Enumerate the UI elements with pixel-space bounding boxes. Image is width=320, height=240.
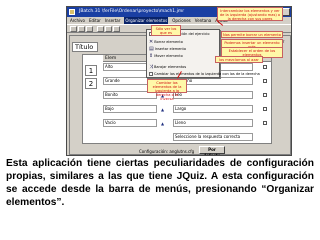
save-file-icon[interactable] [86,26,93,32]
cut-icon[interactable] [97,26,104,32]
row-number-1: 1 [85,65,97,76]
callout-ver: Sólo ver los que es [151,25,181,37]
right-cell-5[interactable]: Lleno [173,119,253,127]
delete-icon: ✕ [149,39,154,45]
menu-item-label: Barajar elementos [154,65,187,69]
move-up-icon[interactable]: ▲ [160,121,165,126]
menu-editar[interactable]: Editar [89,17,101,24]
callout-intercambiar: Intercambiar los elementos y ver de la i… [217,7,283,21]
menu-item-insertar[interactable]: ▤ Insertar elemento [149,46,186,52]
checkbox-icon [149,72,153,76]
callout-borrar: Nos permite borrar un elemento [221,31,283,39]
menu-opciones[interactable]: Opciones [172,17,191,24]
move-up-icon[interactable]: ▲ [160,107,165,112]
copy-icon[interactable] [105,26,112,32]
menu-item-label: Cambiar los elementos de la izquierda co… [154,72,260,76]
close-button[interactable] [282,8,290,16]
default-button[interactable]: Por defecto [199,146,225,155]
caption-text: Esta aplicación tiene ciertas peculiarid… [6,158,314,208]
title-field[interactable]: Título [72,42,98,52]
menu-item-barajar[interactable]: ⤨ Barajar elementos [149,64,186,70]
fijar-checkbox-1[interactable] [263,65,267,69]
menu-insertar[interactable]: Insertar [105,17,121,24]
left-cell-4[interactable]: Bajo [103,105,157,113]
title-label: Título [75,43,94,51]
open-file-icon[interactable] [78,26,85,32]
paste-icon[interactable] [113,26,120,32]
menu-item-mover[interactable]: ⇕ Mover elemento [149,53,183,59]
new-file-icon[interactable] [70,26,77,32]
menu-organizar-elementos[interactable]: Organizar elementos [124,17,169,24]
menu-ventana[interactable]: Ventana [195,17,211,24]
window-title: JBatch.31 \ferFile\Ordenar\proyecto\mach… [79,9,185,14]
callout-cambiar: Cambiar los elementos de la izquierda a … [147,79,187,101]
config-label: Configuración: anglutns.cfg [139,149,195,154]
menu-item-label: Mover elemento [154,54,183,58]
menu-item-label: Insertar elemento [154,47,187,51]
menu-item-borrar[interactable]: ✕ Borrar elemento [149,39,183,45]
row-number-2: 2 [85,78,97,89]
app-icon [69,9,75,15]
app-window: JBatch.31 \ferFile\Ordenar\proyecto\mach… [66,6,292,156]
menu-archivo[interactable]: Archivo [70,17,85,24]
menu-item-cambiar[interactable]: Cambiar los elementos de la izquierda co… [149,71,260,77]
left-cell-5[interactable]: Vacío [103,119,157,127]
right-cell-6[interactable]: Seleccione la respuesta correcta [173,133,253,141]
move-icon: ⇕ [149,53,154,59]
fijar-checkbox-2[interactable] [263,79,267,83]
insert-icon: ▤ [149,46,154,52]
fijar-checkbox-5[interactable] [263,121,267,125]
menu-item-label: Borrar elemento [154,40,183,44]
right-cell-4[interactable]: Largo [173,105,253,113]
organizar-elementos-menu: Ver la organización del ejercicio ✕ Borra… [146,29,260,78]
fijar-checkbox-3[interactable] [263,93,267,97]
callout-barajar: los mezclamos al azar [215,56,263,64]
shuffle-icon: ⤨ [149,64,154,70]
fijar-checkbox-4[interactable] [263,107,267,111]
